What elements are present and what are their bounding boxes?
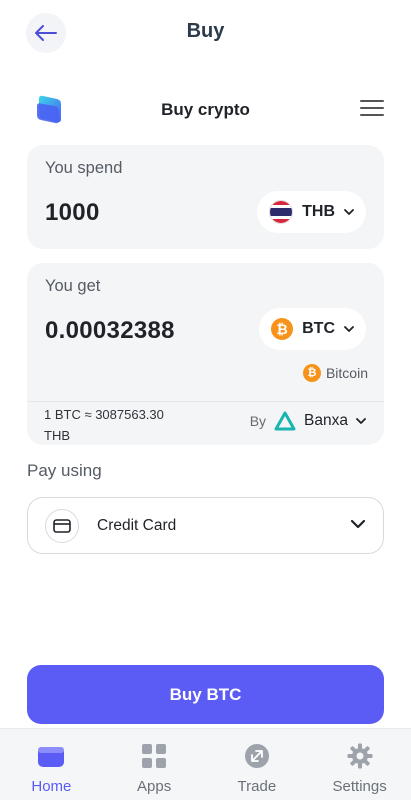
spend-amount-input[interactable]: 1000 <box>45 199 100 227</box>
gear-icon <box>346 743 374 769</box>
spend-currency-code: THB <box>302 203 335 220</box>
coin-name-label: Bitcoin <box>325 365 368 381</box>
divider <box>27 401 384 402</box>
hamburger-menu-icon[interactable] <box>360 98 384 118</box>
nav-label-settings: Settings <box>332 778 387 795</box>
page-title: Buy <box>186 20 225 42</box>
banxa-logo-icon <box>274 411 296 431</box>
nav-item-home[interactable]: Home <box>0 729 103 800</box>
nav-item-apps[interactable]: Apps <box>103 729 206 800</box>
bitcoin-icon: ₿ <box>302 364 321 382</box>
payment-method-label: Credit Card <box>97 517 177 534</box>
provider-selector[interactable]: By Banxa <box>250 411 366 431</box>
nav-item-settings[interactable]: Settings <box>308 729 411 800</box>
provider-name: Banxa <box>304 412 348 429</box>
spend-label: You spend <box>45 159 123 177</box>
provider-by-label: By <box>249 413 267 429</box>
receive-amount: 0.00032388 <box>45 317 175 344</box>
receive-currency-code: BTC <box>302 320 335 337</box>
payment-method-selector[interactable]: Credit Card <box>27 497 384 554</box>
receive-card: You get 0.00032388 ₿ BTC ₿ Bitcoin 1 BTC… <box>27 263 384 445</box>
wallet-icon <box>37 743 65 769</box>
top-bar: Buy <box>0 0 411 66</box>
spend-card: You spend 1000 THB <box>27 145 384 249</box>
bitcoin-icon: ₿ <box>271 318 294 340</box>
exchange-rate-line2: THB <box>44 428 70 443</box>
exchange-rate-line1: 1 BTC ≈ 3087563.30 <box>44 407 164 422</box>
bottom-nav: Home Apps Trade Settings <box>0 728 411 800</box>
chevron-down-icon <box>350 519 366 529</box>
widget-title: Buy crypto <box>161 100 250 119</box>
spend-currency-selector[interactable]: THB <box>257 191 366 233</box>
chevron-down-icon <box>344 326 354 332</box>
nav-label-trade: Trade <box>237 778 277 795</box>
nav-label-apps: Apps <box>137 778 172 795</box>
trade-icon <box>243 743 271 769</box>
nav-label-home: Home <box>31 778 72 795</box>
pay-using-label: Pay using <box>27 461 102 480</box>
buy-btc-button[interactable]: Buy BTC <box>27 665 384 724</box>
receive-label: You get <box>45 277 101 295</box>
widget-header: Buy crypto <box>0 88 411 132</box>
chevron-down-icon <box>356 418 366 424</box>
thailand-flag-icon <box>269 200 294 224</box>
nav-item-trade[interactable]: Trade <box>206 729 309 800</box>
chevron-down-icon <box>344 209 354 215</box>
exchange-rate: 1 BTC ≈ 3087563.30 THB <box>44 404 194 446</box>
apps-grid-icon <box>140 743 168 769</box>
credit-card-icon <box>45 509 79 543</box>
receive-currency-selector[interactable]: ₿ BTC <box>259 308 366 350</box>
coin-name: ₿ Bitcoin <box>302 364 368 382</box>
